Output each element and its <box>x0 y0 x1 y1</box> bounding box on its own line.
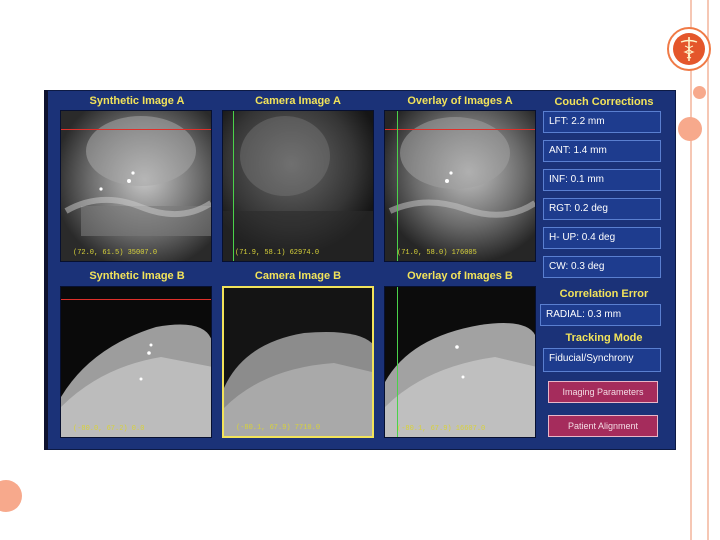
overlay-image <box>385 111 535 261</box>
slide-decor-circle <box>678 117 702 141</box>
correlation-error-title: Correlation Error <box>559 288 649 300</box>
panel-title-synthetic-a: Synthetic Image A <box>89 95 185 107</box>
camera-image <box>224 288 372 436</box>
couch-field-hup: H- UP: 0.4 deg <box>543 227 661 249</box>
patient-alignment-button[interactable]: Patient Alignment <box>548 415 658 437</box>
slide-decor-circle <box>693 86 706 99</box>
image-panel-overlay-a[interactable]: (71.0, 58.0) 176005 <box>384 110 536 262</box>
camera-image <box>223 111 373 261</box>
pixel-readout: (-80.0, 67.2) 0.0 <box>73 425 145 433</box>
slide-decor-circle <box>0 480 22 512</box>
couch-corrections-title: Couch Corrections <box>554 96 654 108</box>
tracking-mode-field[interactable]: Fiducial/Synchrony <box>543 348 661 372</box>
overlay-image <box>385 287 535 437</box>
slide-decor-line <box>690 0 692 540</box>
tracking-mode-title: Tracking Mode <box>565 332 643 344</box>
image-panel-camera-b[interactable]: (-80.1, 67.9) 7710.0 <box>222 286 374 438</box>
panel-title-overlay-a: Overlay of Images A <box>407 95 513 107</box>
panel-title-camera-a: Camera Image A <box>255 95 341 107</box>
imaging-parameters-button[interactable]: Imaging Parameters <box>548 381 658 403</box>
xray-image <box>61 111 211 261</box>
image-panel-overlay-b[interactable]: (-80.1, 67.9) 16607.0 <box>384 286 536 438</box>
pixel-readout: (72.0, 61.5) 35007.0 <box>73 249 158 257</box>
correlation-field-radial: RADIAL: 0.3 mm <box>540 304 661 326</box>
window-edge <box>44 90 48 450</box>
caduceus-logo <box>667 27 711 71</box>
couch-field-lft: LFT: 2.2 mm <box>543 111 661 133</box>
couch-field-rgt: RGT: 0.2 deg <box>543 198 661 220</box>
image-panel-synthetic-a[interactable]: (72.0, 61.5) 35007.0 <box>60 110 212 262</box>
pixel-readout: (-80.1, 67.9) 7710.0 <box>236 424 321 432</box>
pixel-readout: (71.0, 58.0) 176005 <box>397 249 477 257</box>
panel-title-synthetic-b: Synthetic Image B <box>89 270 185 282</box>
pixel-readout: (-80.1, 67.9) 16607.0 <box>397 425 486 433</box>
image-panel-camera-a[interactable]: (71.9, 58.1) 62974.0 <box>222 110 374 262</box>
pixel-readout: (71.9, 58.1) 62974.0 <box>235 249 320 257</box>
couch-field-cw: CW: 0.3 deg <box>543 256 661 278</box>
image-panel-synthetic-b[interactable]: (-80.0, 67.2) 0.0 <box>60 286 212 438</box>
panel-title-overlay-b: Overlay of Images B <box>407 270 513 282</box>
panel-title-camera-b: Camera Image B <box>254 270 342 282</box>
couch-field-ant: ANT: 1.4 mm <box>543 140 661 162</box>
slide-decor-line <box>707 0 709 540</box>
xray-image <box>61 287 211 437</box>
couch-field-inf: INF: 0.1 mm <box>543 169 661 191</box>
